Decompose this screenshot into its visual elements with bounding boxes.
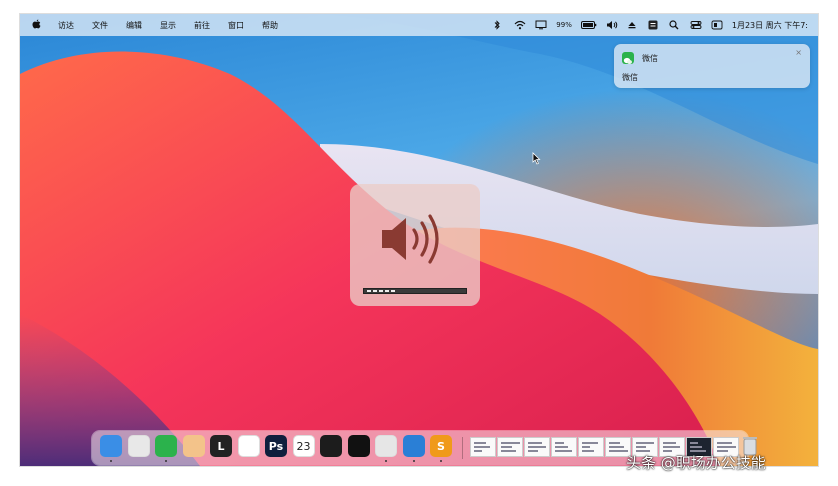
apple-menu-icon[interactable] bbox=[30, 19, 49, 32]
launchpad-app[interactable] bbox=[127, 435, 150, 457]
menu-finder[interactable]: 访达 bbox=[49, 20, 83, 31]
thumbnail-line bbox=[555, 442, 564, 444]
running-indicator bbox=[385, 460, 387, 462]
thumbnail-line bbox=[501, 442, 520, 444]
thumbnail-line bbox=[528, 446, 546, 448]
input-method-icon[interactable] bbox=[648, 20, 660, 30]
thumbnail-line bbox=[636, 446, 646, 448]
user-switch-icon[interactable] bbox=[711, 20, 723, 30]
clock-app[interactable] bbox=[320, 435, 342, 457]
menu-go[interactable]: 前往 bbox=[185, 20, 219, 31]
calendar-app-label: 23 bbox=[296, 439, 311, 453]
menu-help[interactable]: 帮助 bbox=[253, 20, 287, 31]
notification-app-name: 微信 bbox=[642, 54, 658, 63]
thumbnail-line bbox=[501, 446, 512, 448]
menu-window[interactable]: 窗口 bbox=[219, 20, 253, 31]
menu-view[interactable]: 显示 bbox=[151, 20, 185, 31]
app-l[interactable]: L bbox=[210, 435, 232, 457]
volume-hud bbox=[350, 184, 480, 306]
thumbnail-line bbox=[582, 442, 598, 444]
volume-segment bbox=[367, 290, 371, 292]
thumbnail-line bbox=[690, 446, 702, 448]
app-12[interactable] bbox=[402, 435, 425, 457]
capcut-app[interactable] bbox=[347, 435, 370, 457]
thumbnail-line bbox=[501, 450, 516, 452]
app-11[interactable] bbox=[375, 435, 397, 457]
thumbnail-line bbox=[690, 442, 698, 444]
mouse-cursor-icon bbox=[532, 152, 541, 165]
app-l-label: L bbox=[217, 439, 225, 453]
thumbnail-line bbox=[609, 442, 620, 444]
minimized-window-thumbnail[interactable] bbox=[524, 437, 550, 457]
notification-close-icon[interactable]: × bbox=[795, 48, 802, 57]
running-indicator bbox=[412, 460, 415, 462]
qq-app[interactable] bbox=[237, 435, 260, 457]
thumbnail-line bbox=[717, 446, 736, 448]
photoshop-app-label: Ps bbox=[268, 439, 284, 453]
minimized-window-thumbnail[interactable] bbox=[470, 437, 496, 457]
running-indicator bbox=[440, 460, 442, 462]
volume-level-bar bbox=[363, 288, 467, 294]
volume-segment bbox=[379, 290, 383, 292]
thumbnail-line bbox=[528, 442, 542, 444]
menu-bar: 访达 文件 编辑 显示 前往 窗口 帮助 99% 1月23日 周六 下午7: bbox=[20, 14, 818, 36]
sublime-app[interactable]: S bbox=[430, 435, 452, 457]
control-center-icon[interactable] bbox=[690, 20, 702, 30]
thumbnail-line bbox=[636, 442, 654, 444]
thumbnail-line bbox=[474, 450, 482, 452]
thumbnail-line bbox=[717, 442, 732, 444]
sublime-app-label: S bbox=[437, 439, 445, 453]
thumbnail-line bbox=[474, 446, 490, 448]
wechat-app[interactable] bbox=[155, 435, 177, 457]
photoshop-app[interactable]: Ps bbox=[265, 435, 287, 457]
minimized-window-thumbnail[interactable] bbox=[497, 437, 523, 457]
thumbnail-line bbox=[555, 446, 568, 448]
thumbnail-line bbox=[609, 446, 624, 448]
finder-app[interactable] bbox=[100, 435, 122, 457]
battery-percentage: 99% bbox=[556, 21, 572, 29]
battery-icon[interactable] bbox=[580, 20, 597, 30]
desktop: 访达 文件 编辑 显示 前往 窗口 帮助 99% 1月23日 周六 下午7: 微… bbox=[20, 14, 818, 466]
notification-body: 微信 bbox=[622, 73, 638, 82]
wechat-notification[interactable]: 微信 微信 × bbox=[614, 44, 810, 88]
speaker-volume-icon bbox=[382, 214, 439, 264]
volume-segment bbox=[373, 290, 377, 292]
bluetooth-icon[interactable] bbox=[493, 20, 505, 30]
thumbnail-line bbox=[663, 442, 676, 444]
thumbnail-line bbox=[528, 450, 538, 452]
wifi-icon[interactable] bbox=[514, 20, 526, 30]
menu-edit[interactable]: 编辑 bbox=[117, 20, 151, 31]
thumbnail-line bbox=[474, 442, 486, 444]
calendar-app[interactable]: 23 bbox=[292, 435, 315, 457]
dock-separator bbox=[462, 437, 463, 459]
eject-icon[interactable] bbox=[627, 20, 639, 30]
watermark-text: 头条 @职场办公技能 bbox=[626, 454, 766, 472]
volume-icon[interactable] bbox=[606, 20, 618, 30]
wechat-icon bbox=[622, 52, 634, 64]
thumbnail-line bbox=[663, 446, 680, 448]
menu-file[interactable]: 文件 bbox=[83, 20, 117, 31]
volume-segment bbox=[391, 290, 395, 292]
spotlight-search-icon[interactable] bbox=[669, 20, 681, 30]
running-indicator bbox=[110, 460, 112, 462]
minimized-window-thumbnail[interactable] bbox=[578, 437, 604, 457]
thumbnail-line bbox=[582, 446, 590, 448]
menu-clock[interactable]: 1月23日 周六 下午7: bbox=[732, 20, 808, 31]
thumbnail-line bbox=[582, 450, 594, 452]
display-icon[interactable] bbox=[535, 20, 547, 30]
volume-segment bbox=[385, 290, 389, 292]
thumbnail-line bbox=[555, 450, 572, 452]
running-indicator bbox=[165, 460, 167, 462]
app-4[interactable] bbox=[182, 435, 205, 457]
minimized-window-thumbnail[interactable] bbox=[551, 437, 577, 457]
